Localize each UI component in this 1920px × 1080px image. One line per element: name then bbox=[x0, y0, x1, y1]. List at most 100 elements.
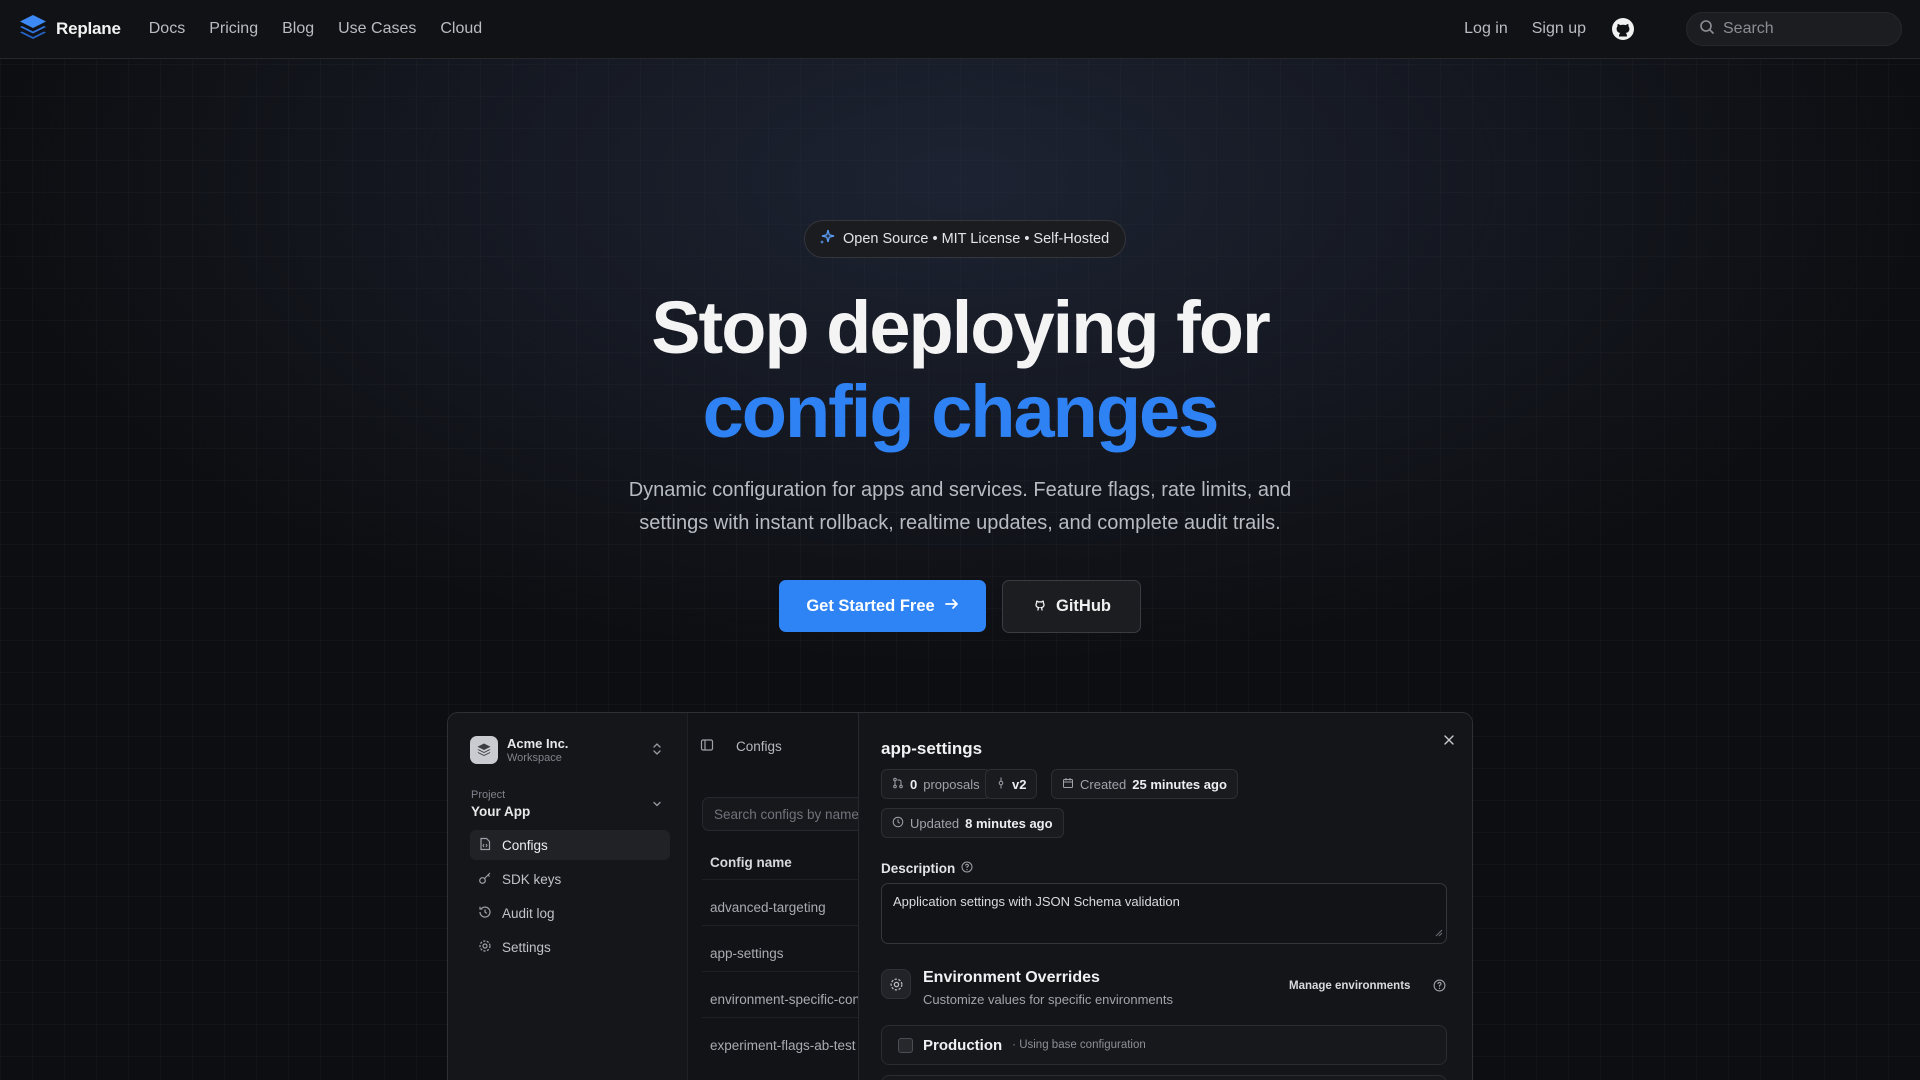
github-icon[interactable] bbox=[1610, 16, 1636, 42]
sidebar-item-configs[interactable]: Configs bbox=[470, 830, 670, 860]
app-preview-window: Acme Inc. Workspace Project Your App Con… bbox=[447, 712, 1473, 1080]
config-row[interactable]: advanced-targeting bbox=[710, 900, 826, 915]
description-label: Description bbox=[881, 861, 956, 876]
hero-headline: Stop deploying for config changes bbox=[0, 286, 1920, 454]
configs-list-panel: Configs Config name advanced-targeting a… bbox=[688, 713, 858, 1080]
description-text: Application settings with JSON Schema va… bbox=[893, 894, 1180, 909]
nav-link-pricing[interactable]: Pricing bbox=[209, 20, 258, 38]
sidebar-item-label: Audit log bbox=[502, 905, 555, 921]
key-icon bbox=[478, 871, 492, 888]
brand-name: Replane bbox=[56, 19, 121, 38]
headline-line-2-accent: config changes bbox=[702, 370, 1220, 453]
nav-right-group: Log in Sign up bbox=[1464, 12, 1902, 46]
config-row[interactable]: app-settings bbox=[710, 946, 784, 961]
signup-link[interactable]: Sign up bbox=[1532, 20, 1586, 38]
sparkles-icon bbox=[819, 229, 835, 249]
config-title: app-settings bbox=[881, 739, 983, 758]
configs-search-input[interactable] bbox=[714, 806, 858, 822]
search-box[interactable] bbox=[1686, 12, 1902, 46]
search-input[interactable] bbox=[1723, 20, 1883, 38]
environment-overrides-subtitle: Customize values for specific environmen… bbox=[923, 992, 1173, 1007]
help-circle-icon[interactable] bbox=[1433, 979, 1446, 995]
description-label-row: Description bbox=[881, 861, 973, 876]
workspace-name: Acme Inc. bbox=[507, 736, 569, 751]
updated-value: 8 minutes ago bbox=[965, 815, 1053, 831]
divider bbox=[702, 925, 858, 926]
updated-label: Updated bbox=[910, 815, 960, 831]
workspace-subtitle: Workspace bbox=[507, 752, 562, 764]
github-outline-icon bbox=[1032, 596, 1048, 617]
sidebar-item-settings[interactable]: Settings bbox=[470, 932, 670, 962]
environment-name: Production bbox=[923, 1036, 1003, 1054]
created-chip: Created 25 minutes ago bbox=[1051, 769, 1238, 799]
environment-row-production[interactable]: Production · Using base configuration bbox=[881, 1025, 1447, 1065]
nav-link-docs[interactable]: Docs bbox=[149, 20, 185, 38]
environment-note: · Using base configuration bbox=[1012, 1039, 1146, 1051]
github-button[interactable]: GitHub bbox=[1002, 580, 1141, 633]
nav-link-cloud[interactable]: Cloud bbox=[440, 20, 482, 38]
version-chip: v2 bbox=[985, 769, 1038, 799]
chevron-up-down-icon[interactable] bbox=[651, 742, 663, 759]
sidebar-toggle-icon[interactable] bbox=[700, 738, 714, 755]
git-commit-icon bbox=[996, 777, 1006, 792]
sidebar-item-sdk-keys[interactable]: SDK keys bbox=[470, 864, 670, 894]
proposals-chip[interactable]: 0 proposals bbox=[881, 769, 991, 799]
configs-search-box[interactable] bbox=[702, 797, 858, 831]
license-badge: Open Source • MIT License • Self-Hosted bbox=[804, 220, 1127, 258]
environment-overrides-title: Environment Overrides bbox=[923, 969, 1100, 986]
updated-chip: Updated 8 minutes ago bbox=[881, 808, 1064, 838]
divider bbox=[702, 879, 858, 880]
nav-link-blog[interactable]: Blog bbox=[282, 20, 314, 38]
get-started-button[interactable]: Get Started Free bbox=[779, 580, 986, 632]
divider bbox=[702, 971, 858, 972]
layers-logo-icon bbox=[18, 13, 48, 46]
created-value: 25 minutes ago bbox=[1132, 776, 1227, 792]
divider bbox=[702, 1017, 858, 1018]
file-code-icon bbox=[478, 837, 492, 854]
top-navbar: Replane Docs Pricing Blog Use Cases Clou… bbox=[0, 0, 1920, 59]
close-icon[interactable] bbox=[1439, 730, 1459, 750]
login-link[interactable]: Log in bbox=[1464, 20, 1508, 38]
sidebar-item-label: Configs bbox=[502, 837, 548, 853]
manage-environments-link[interactable]: Manage environments bbox=[1289, 980, 1410, 992]
brand-logo[interactable]: Replane bbox=[18, 13, 121, 46]
production-checkbox[interactable] bbox=[898, 1037, 913, 1053]
gear-icon bbox=[478, 939, 492, 956]
nav-link-use-cases[interactable]: Use Cases bbox=[338, 20, 416, 38]
project-label: Project bbox=[471, 789, 506, 801]
config-row[interactable]: environment-specific-config bbox=[710, 992, 858, 1007]
sidebar-item-label: SDK keys bbox=[502, 871, 562, 887]
config-name-column-header: Config name bbox=[710, 855, 792, 870]
get-started-label: Get Started Free bbox=[806, 596, 935, 615]
search-icon bbox=[1699, 19, 1715, 40]
history-icon bbox=[478, 905, 492, 922]
configs-title: Configs bbox=[736, 739, 782, 754]
created-label: Created bbox=[1080, 776, 1127, 792]
badge-text: Open Source • MIT License • Self-Hosted bbox=[843, 231, 1110, 247]
headline-line-1: Stop deploying for bbox=[651, 286, 1271, 369]
workspace-switcher[interactable]: Acme Inc. Workspace bbox=[470, 736, 568, 764]
calendar-icon bbox=[1062, 777, 1074, 792]
git-pull-request-icon bbox=[892, 777, 904, 792]
workspace-avatar bbox=[470, 736, 498, 764]
sidebar-item-audit-log[interactable]: Audit log bbox=[470, 898, 670, 928]
proposals-count: 0 bbox=[910, 776, 918, 792]
configs-header: Configs bbox=[700, 738, 782, 755]
description-textarea[interactable]: Application settings with JSON Schema va… bbox=[881, 883, 1447, 944]
hero-subtitle: Dynamic configuration for apps and servi… bbox=[628, 479, 1292, 534]
preview-sidebar: Acme Inc. Workspace Project Your App Con… bbox=[448, 713, 688, 1080]
clock-icon bbox=[892, 816, 904, 831]
version-value: v2 bbox=[1012, 776, 1027, 792]
github-button-label: GitHub bbox=[1056, 597, 1111, 615]
sidebar-item-label: Settings bbox=[502, 939, 551, 955]
project-name[interactable]: Your App bbox=[471, 804, 530, 819]
help-circle-icon[interactable] bbox=[961, 861, 973, 876]
resize-grip-icon[interactable] bbox=[1435, 925, 1443, 940]
config-detail-panel: app-settings 0 proposals v2 Created 25 m… bbox=[858, 713, 1472, 1080]
proposals-label: proposals bbox=[923, 776, 980, 792]
settings-icon bbox=[881, 969, 911, 999]
arrow-right-icon bbox=[944, 597, 959, 616]
config-row[interactable]: experiment-flags-ab-test bbox=[710, 1038, 856, 1053]
chevron-down-icon[interactable] bbox=[651, 798, 663, 813]
environment-row[interactable] bbox=[881, 1075, 1447, 1080]
